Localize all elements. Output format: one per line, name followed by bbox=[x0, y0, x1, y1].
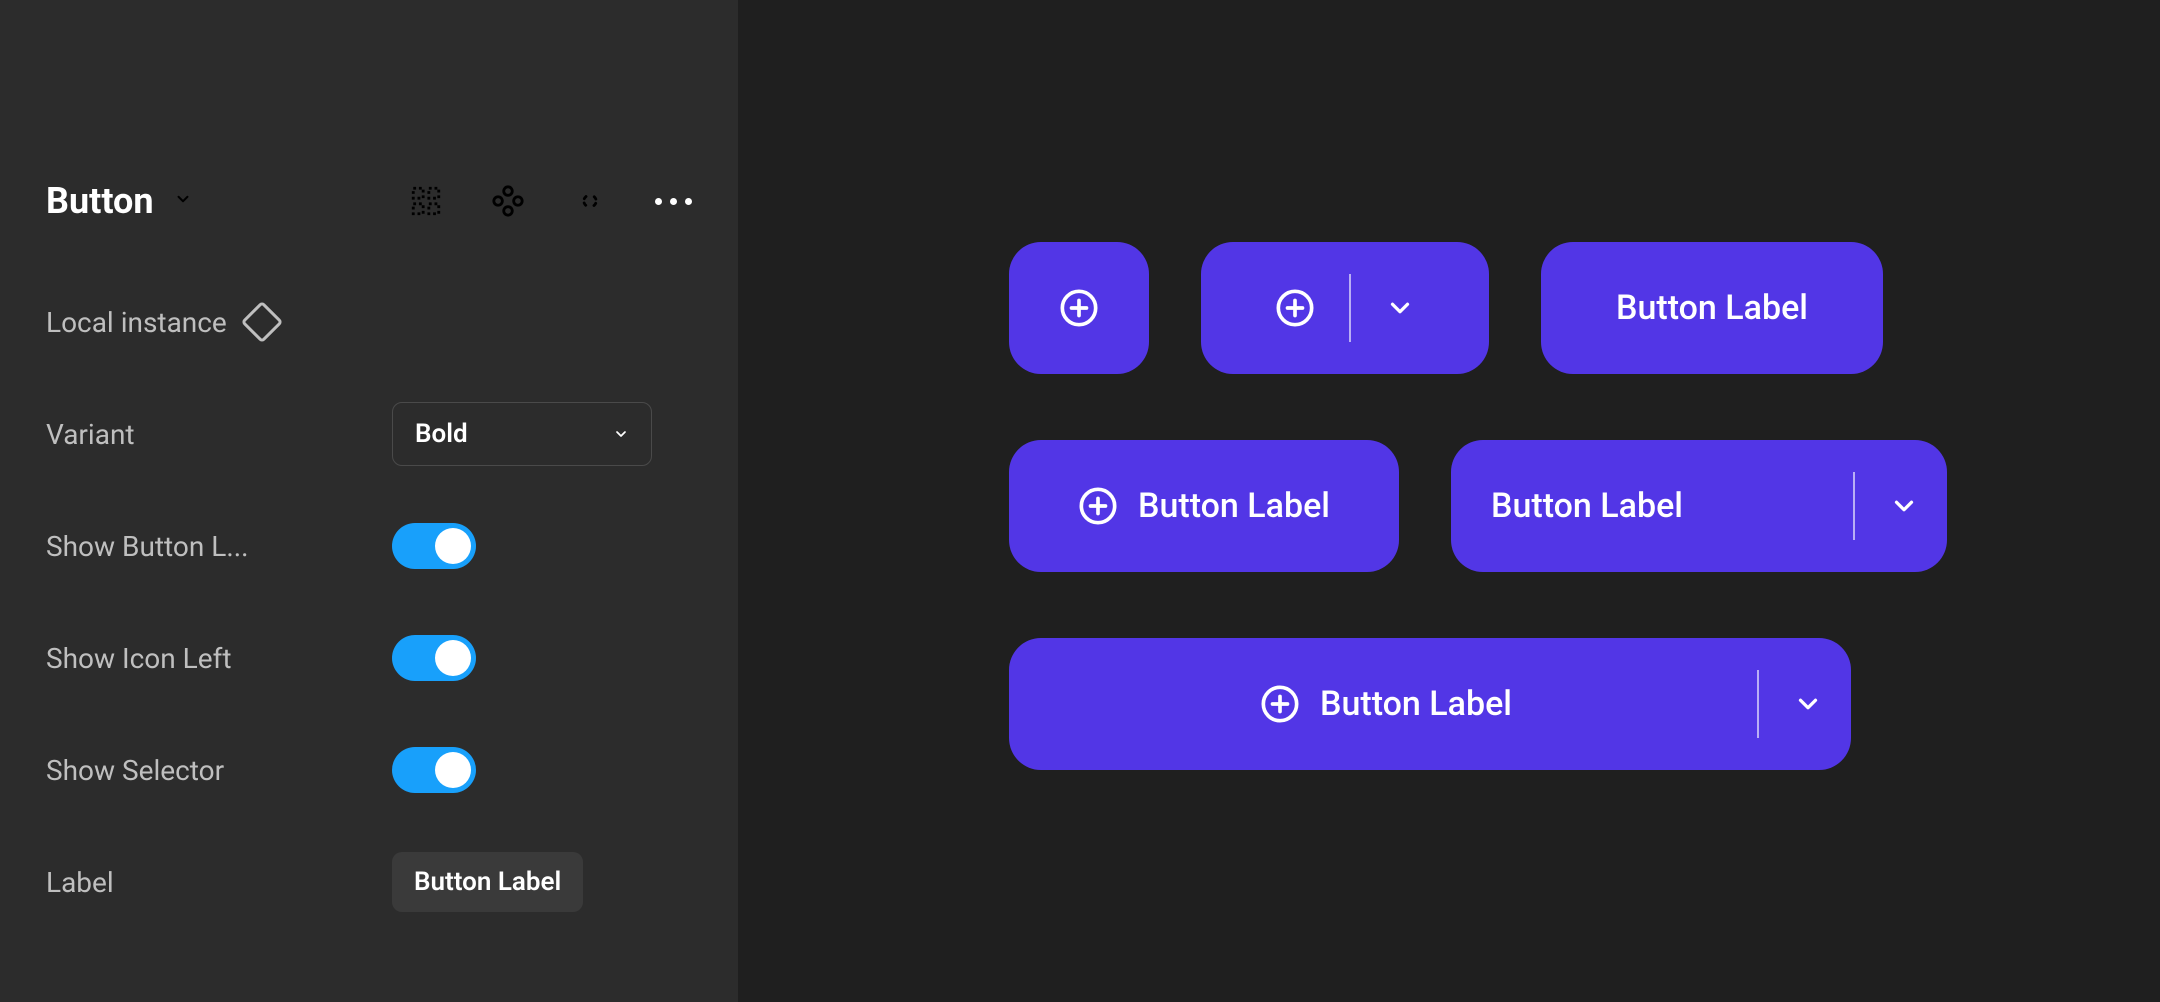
button-divider bbox=[1757, 670, 1759, 738]
variant-label: Variant bbox=[46, 418, 135, 451]
label-input[interactable]: Button Label bbox=[392, 852, 583, 912]
button-icon-selector[interactable] bbox=[1201, 242, 1489, 374]
local-instance-label: Local instance bbox=[46, 306, 227, 339]
plus-circle-icon bbox=[1260, 684, 1300, 724]
show-selector-label: Show Selector bbox=[46, 754, 224, 787]
show-button-label-row: Show Button L... bbox=[46, 518, 692, 574]
chevron-down-icon bbox=[613, 426, 629, 442]
local-instance-row: Local instance bbox=[46, 294, 692, 350]
detach-instance-icon[interactable] bbox=[573, 184, 607, 218]
variant-value: Bold bbox=[415, 419, 468, 449]
show-button-label-toggle[interactable] bbox=[392, 523, 476, 569]
show-button-label-label: Show Button L... bbox=[46, 530, 249, 563]
button-label: Button Label bbox=[1616, 288, 1808, 328]
button-label: Button Label bbox=[1320, 684, 1512, 724]
button-label: Button Label bbox=[1138, 486, 1330, 526]
label-field-label: Label bbox=[46, 866, 114, 899]
canvas[interactable]: Button Label Button Label Button Label B… bbox=[738, 0, 2160, 1002]
button-icon-only[interactable] bbox=[1009, 242, 1149, 374]
button-label-selector[interactable]: Button Label bbox=[1451, 440, 1947, 572]
plus-circle-icon bbox=[1275, 288, 1315, 328]
component-name[interactable]: Button bbox=[46, 180, 154, 222]
show-selector-toggle[interactable] bbox=[392, 747, 476, 793]
show-icon-left-row: Show Icon Left bbox=[46, 630, 692, 686]
variant-select[interactable]: Bold bbox=[392, 402, 652, 466]
more-icon[interactable] bbox=[655, 198, 692, 205]
chevron-down-icon bbox=[1889, 491, 1919, 521]
chevron-down-icon[interactable] bbox=[174, 190, 192, 212]
chevron-down-icon bbox=[1385, 293, 1415, 323]
plus-circle-icon bbox=[1059, 288, 1099, 328]
inspector-panel: Button Local instance Variant Bold S bbox=[0, 0, 738, 1002]
label-row: Label Button Label bbox=[46, 854, 692, 910]
component-set-icon[interactable] bbox=[409, 184, 443, 218]
button-label-only[interactable]: Button Label bbox=[1541, 242, 1883, 374]
instance-icon bbox=[241, 301, 283, 343]
button-divider bbox=[1853, 472, 1855, 540]
plus-circle-icon bbox=[1078, 486, 1118, 526]
show-selector-row: Show Selector bbox=[46, 742, 692, 798]
panel-header: Button bbox=[46, 180, 692, 222]
swap-instance-icon[interactable] bbox=[491, 184, 525, 218]
chevron-down-icon bbox=[1793, 689, 1823, 719]
button-icon-label-selector[interactable]: Button Label bbox=[1009, 638, 1851, 770]
show-icon-left-toggle[interactable] bbox=[392, 635, 476, 681]
button-label: Button Label bbox=[1491, 486, 1683, 526]
button-icon-label[interactable]: Button Label bbox=[1009, 440, 1399, 572]
variant-row: Variant Bold bbox=[46, 406, 692, 462]
button-divider bbox=[1349, 274, 1351, 342]
show-icon-left-label: Show Icon Left bbox=[46, 642, 231, 675]
